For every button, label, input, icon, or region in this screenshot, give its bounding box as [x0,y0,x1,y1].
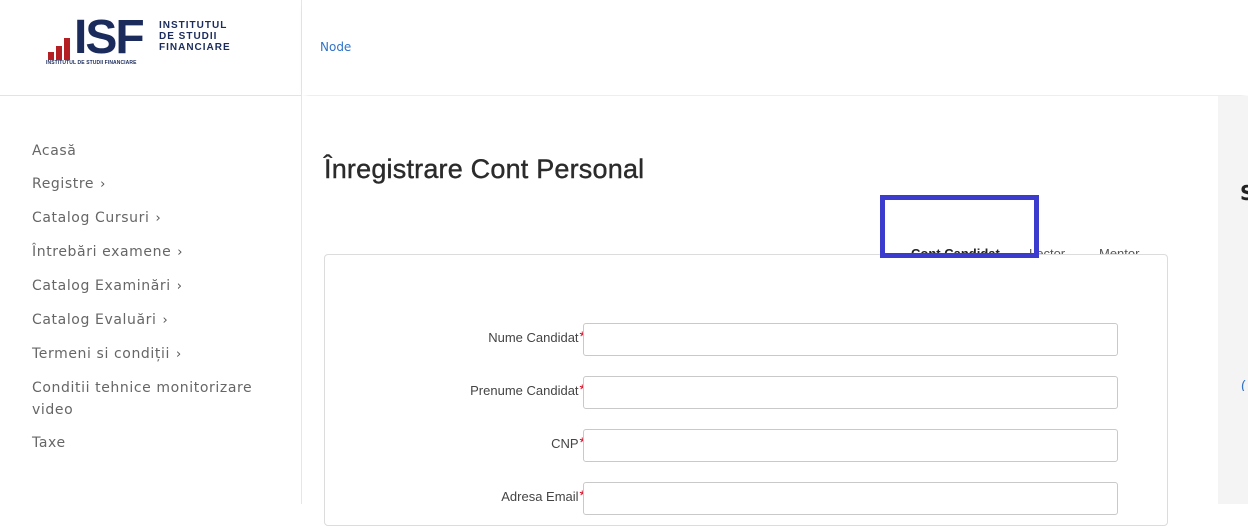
sidebar-item-label: Taxe [32,435,66,451]
right-edge-link-fragment: ( [1241,379,1246,391]
chevron-right-icon: › [175,347,182,362]
logo-letters: ISF [74,11,145,64]
adresa-email-input[interactable] [583,482,1118,515]
logo-wordmark: INSTITUTUL DE STUDII FINANCIARE [159,20,231,53]
prenume-candidat-input[interactable] [583,376,1118,409]
form-row-cnp: CNP* [325,429,1167,465]
logo-tagline: INSTITUTUL DE STUDII FINANCIARE [46,60,137,66]
sidebar-item-catalog-examinari[interactable]: Catalog Examinări › [32,275,292,298]
logo-area: ISF INSTITUTUL DE STUDII FINANCIARE INST… [0,0,301,96]
isf-logo[interactable]: ISF INSTITUTUL DE STUDII FINANCIARE INST… [46,12,256,82]
form-row-nume: Nume Candidat* [325,323,1167,359]
sidebar-item-label: Catalog Cursuri [32,210,150,226]
sidebar-item-intrebari-examene[interactable]: Întrebări examene › [32,241,292,264]
page-title: Înregistrare Cont Personal [324,154,645,185]
chevron-right-icon: › [155,211,162,226]
sidebar-item-conditii-tehnice[interactable]: Conditii tehnice monitorizare video [32,377,282,421]
sidebar-item-catalog-cursuri[interactable]: Catalog Cursuri › [32,207,292,230]
cnp-input[interactable] [583,429,1118,462]
sidebar-item-label: Catalog Examinări [32,278,171,294]
form-row-prenume: Prenume Candidat* [325,376,1167,412]
sidebar-item-label: Termeni si condiții [32,346,170,362]
adresa-email-label: Adresa Email* [501,487,585,505]
sidebar-nav: Acasă Registre › Catalog Cursuri › Întrebă… [32,140,292,465]
top-bar: Node [302,0,1248,95]
chevron-right-icon: › [176,279,183,294]
sidebar-item-catalog-evaluari[interactable]: Catalog Evaluări › [32,309,292,332]
right-edge-text-fragment: S [1240,182,1248,204]
sidebar-item-label: Catalog Evaluări [32,312,157,328]
registration-form-card: Nume Candidat* Prenume Candidat* CNP* Ad… [324,254,1168,526]
chevron-right-icon: › [177,245,184,260]
form-row-email: Adresa Email* [325,482,1167,518]
nume-candidat-input[interactable] [583,323,1118,356]
sidebar-item-acasa[interactable]: Acasă [32,140,292,162]
sidebar-item-termeni-conditii[interactable]: Termeni si condiții › [32,343,292,366]
sidebar-item-taxe[interactable]: Taxe [32,432,292,454]
nume-candidat-label: Nume Candidat* [488,328,585,346]
sidebar-item-label: Conditii tehnice monitorizare video [32,380,253,418]
right-panel-edge [1218,96,1248,504]
chevron-right-icon: › [100,177,106,192]
sidebar: ISF INSTITUTUL DE STUDII FINANCIARE INST… [0,0,302,504]
sidebar-item-label: Acasă [32,143,77,159]
sidebar-item-registre[interactable]: Registre › [32,173,292,196]
main-content: Înregistrare Cont Personal Cont Candidat… [302,96,1218,526]
sidebar-item-label: Registre [32,176,95,192]
sidebar-item-label: Întrebări examene [32,244,172,260]
breadcrumb-node-link[interactable]: Node [320,40,351,54]
chevron-right-icon: › [162,313,169,328]
prenume-candidat-label: Prenume Candidat* [470,381,585,399]
cnp-label: CNP* [551,434,585,452]
